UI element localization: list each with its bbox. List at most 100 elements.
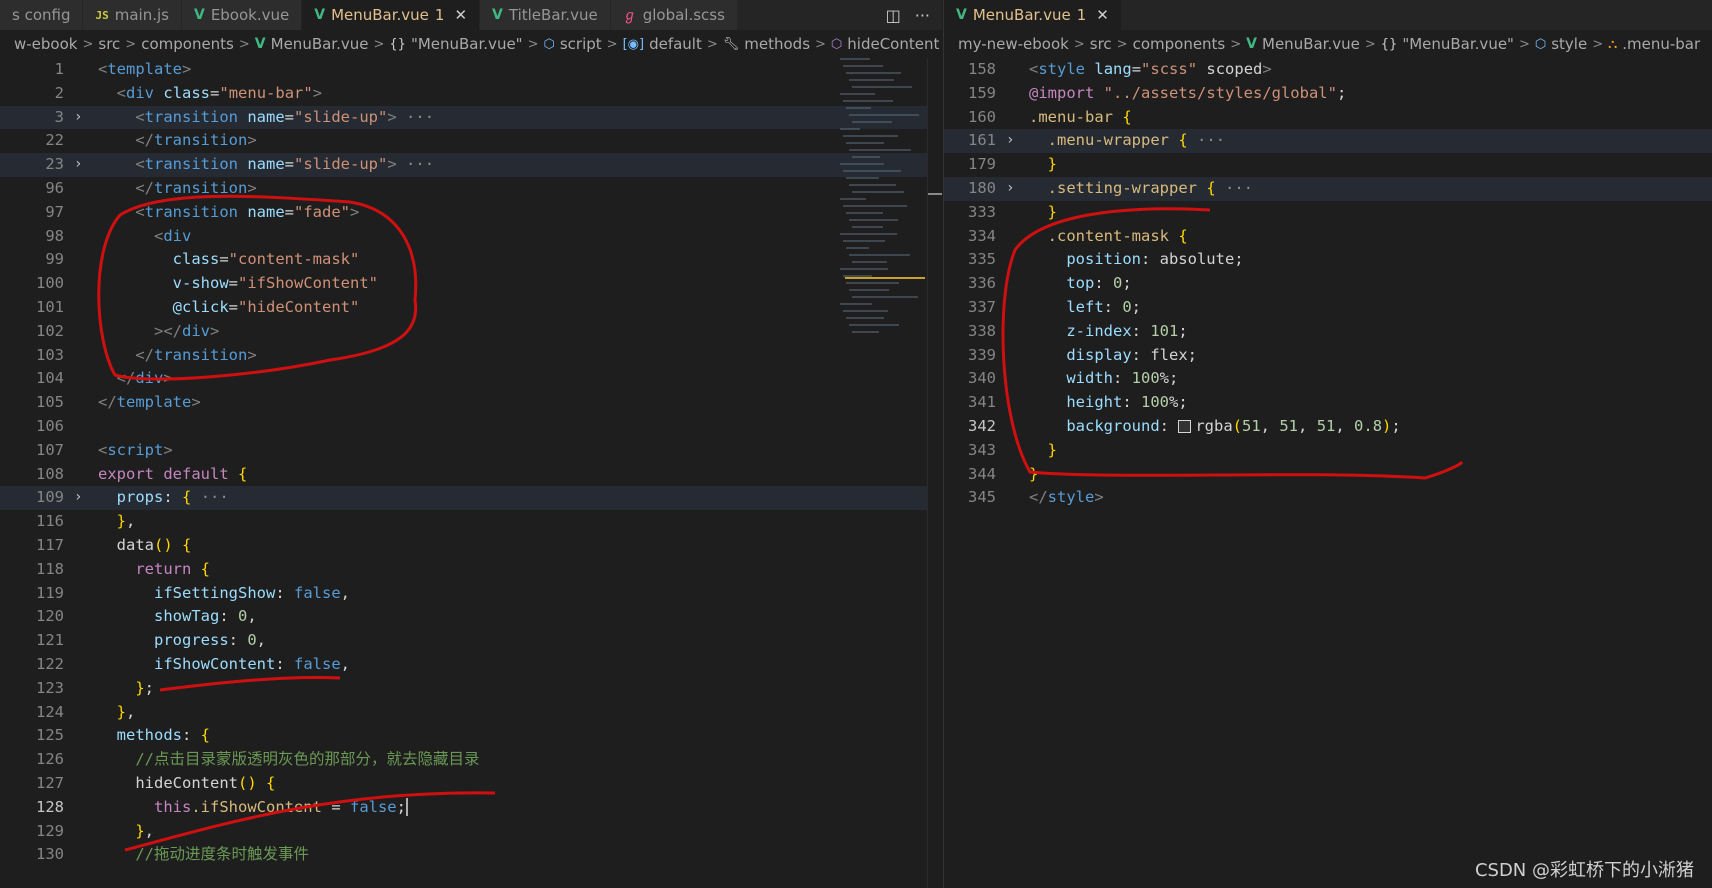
scrollbar-thumb[interactable] — [928, 193, 942, 195]
code-line[interactable]: 339 display: flex; — [944, 344, 1712, 368]
code-editor-left[interactable]: 1 <template> 2 <div class="menu-bar"> 3 › <t… — [0, 58, 942, 888]
code-line[interactable]: 127 hideContent() { — [0, 772, 942, 796]
code-line[interactable]: 107 <script> — [0, 439, 942, 463]
code-line[interactable]: 340 width: 100%; — [944, 367, 1712, 391]
breadcrumb-item[interactable]: w-ebook — [14, 35, 77, 53]
color-swatch[interactable] — [1178, 420, 1192, 433]
breadcrumb-item[interactable]: default — [649, 35, 702, 53]
code-line[interactable]: 119 ifSettingShow: false, — [0, 582, 942, 606]
code-line[interactable]: 159 @import "../assets/styles/global"; — [944, 82, 1712, 106]
left-editor-pane: s config JS main.js V Ebook.vue V MenuBar.v… — [0, 0, 942, 888]
code-line[interactable]: 161 › .menu-wrapper { ··· — [944, 129, 1712, 154]
code-line[interactable]: 336 top: 0; — [944, 272, 1712, 296]
breadcrumb-item[interactable]: src — [1090, 35, 1112, 53]
code-line[interactable]: 335 position: absolute; — [944, 248, 1712, 272]
code-line[interactable]: 121 progress: 0, — [0, 629, 942, 653]
tab-menubar-vue[interactable]: V MenuBar.vue 1 ✕ — [944, 0, 1122, 30]
code-line[interactable]: 1 <template> — [0, 58, 942, 82]
breadcrumb-item[interactable]: "MenuBar.vue" — [1402, 35, 1514, 53]
split-editor-icon[interactable]: ◫ — [886, 6, 901, 25]
code-line[interactable]: 341 height: 100%; — [944, 391, 1712, 415]
code-line[interactable]: 124 }, — [0, 701, 942, 725]
breadcrumb-item[interactable]: MenuBar.vue — [271, 35, 369, 53]
line-number: 109 — [36, 488, 64, 507]
breadcrumb-item[interactable]: style — [1551, 35, 1587, 53]
close-icon[interactable]: ✕ — [454, 6, 467, 24]
breadcrumb-item[interactable]: "MenuBar.vue" — [411, 35, 523, 53]
code-line[interactable]: 338 z-index: 101; — [944, 320, 1712, 344]
breadcrumb-item[interactable]: hideContent — [847, 35, 939, 53]
code-line[interactable]: 344} — [944, 463, 1712, 487]
tab-ebook-vue[interactable]: V Ebook.vue — [181, 0, 303, 30]
code-line[interactable]: 158 <style lang="scss" scoped> — [944, 58, 1712, 82]
code-text: hideContent() { — [98, 774, 276, 792]
more-actions-icon[interactable]: ··· — [915, 6, 930, 25]
line-number: 3 — [54, 107, 64, 126]
code-line[interactable]: 179 } — [944, 153, 1712, 177]
tab-main-js[interactable]: JS main.js — [83, 0, 182, 30]
close-icon[interactable]: ✕ — [1096, 6, 1109, 24]
minimap-line — [846, 317, 884, 319]
code-editor-right[interactable]: 158 <style lang="scss" scoped> 159 @import … — [944, 58, 1712, 888]
tab-config[interactable]: s config — [0, 0, 84, 30]
code-line[interactable]: 102 ></div> — [0, 320, 942, 344]
code-line[interactable]: 116 }, — [0, 510, 942, 534]
code-line[interactable]: 120 showTag: 0, — [0, 605, 942, 629]
tab-titlebar-vue[interactable]: V TitleBar.vue — [480, 0, 611, 30]
code-line[interactable]: 23 › <transition name="slide-up"> ··· — [0, 153, 942, 177]
code-line[interactable]: 108 export default { — [0, 463, 942, 487]
code-line[interactable]: 106 — [0, 415, 942, 439]
code-text: display: flex; — [1066, 345, 1197, 364]
code-line[interactable]: 117 data() { — [0, 534, 942, 558]
code-line[interactable]: 103 </transition> — [0, 344, 942, 368]
breadcrumb-item[interactable]: components — [141, 35, 234, 53]
breadcrumb-item[interactable]: script — [560, 35, 602, 53]
minimap[interactable] — [840, 58, 928, 358]
code-line[interactable]: 104 </div> — [0, 367, 942, 391]
code-line[interactable]: 97 <transition name="fade"> — [0, 201, 942, 225]
code-line[interactable]: 109 › props: { ··· — [0, 486, 942, 511]
vertical-scrollbar[interactable] — [927, 58, 942, 888]
code-line[interactable]: 22 </transition> — [0, 129, 942, 153]
breadcrumb-item[interactable]: src — [98, 35, 120, 53]
code-line[interactable]: 180 › .setting-wrapper { ··· — [944, 177, 1712, 201]
breadcrumb-item[interactable]: methods — [744, 35, 810, 53]
code-line[interactable]: 345 </style> — [944, 486, 1712, 510]
breadcrumb-item[interactable]: MenuBar.vue — [1262, 35, 1360, 53]
code-line[interactable]: 2 <div class="menu-bar"> — [0, 82, 942, 106]
code-line[interactable]: 100 v-show="ifShowContent" — [0, 272, 942, 296]
code-text: <transition name="slide-up"> ··· — [135, 155, 435, 174]
code-line[interactable]: 337 left: 0; — [944, 296, 1712, 320]
breadcrumb-item[interactable]: my-new-ebook — [958, 35, 1069, 53]
code-line[interactable]: 123 }; — [0, 677, 942, 701]
code-line[interactable]: 125 methods: { — [0, 724, 942, 748]
code-line[interactable]: 160 .menu-bar { — [944, 106, 1712, 130]
breadcrumb-item[interactable]: .menu-bar — [1622, 35, 1700, 53]
code-line[interactable]: 98 <div — [0, 225, 942, 249]
code-line[interactable]: 96 </transition> — [0, 177, 942, 201]
code-line[interactable]: 130 //拖动进度条时触发事件 — [0, 843, 942, 867]
code-line[interactable]: 343 } — [944, 439, 1712, 463]
fold-chevron-icon[interactable]: › — [74, 153, 82, 177]
minimap-line — [852, 191, 904, 193]
code-line[interactable]: 128 this.ifShowContent = false; — [0, 796, 942, 820]
tab-menubar-vue[interactable]: V MenuBar.vue 1 ✕ — [302, 0, 481, 30]
code-line[interactable]: 333 } — [944, 201, 1712, 225]
code-line[interactable]: 334 .content-mask { — [944, 225, 1712, 249]
minimap-line — [843, 100, 893, 102]
code-line[interactable]: 129 }, — [0, 820, 942, 844]
code-line[interactable]: 105 </template> — [0, 391, 942, 415]
code-line[interactable]: 122 ifShowContent: false, — [0, 653, 942, 677]
code-line[interactable]: 118 return { — [0, 558, 942, 582]
fold-chevron-icon[interactable]: › — [1006, 129, 1014, 153]
fold-chevron-icon[interactable]: › — [74, 106, 82, 130]
code-line[interactable]: 126 //点击目录蒙版透明灰色的那部分，就去隐藏目录 — [0, 748, 942, 772]
code-line[interactable]: 101 @click="hideContent" — [0, 296, 942, 320]
code-line[interactable]: 3 › <transition name="slide-up"> ··· — [0, 105, 942, 130]
fold-chevron-icon[interactable]: › — [74, 486, 82, 510]
code-line[interactable]: 342 background: rgba(51, 51, 51, 0.8); — [944, 415, 1712, 439]
tab-global-scss[interactable]: ℊ global.scss — [610, 0, 738, 30]
code-line[interactable]: 99 class="content-mask" — [0, 248, 942, 272]
breadcrumb-item[interactable]: components — [1133, 35, 1226, 53]
fold-chevron-icon[interactable]: › — [1006, 177, 1014, 201]
